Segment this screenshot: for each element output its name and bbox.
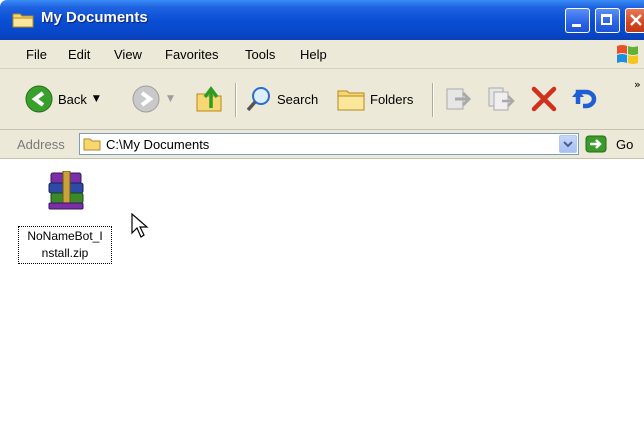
toolbar-separator bbox=[432, 83, 434, 117]
folder-icon bbox=[12, 13, 34, 28]
search-icon bbox=[246, 87, 270, 112]
delete-button[interactable] bbox=[529, 69, 559, 129]
forward-button[interactable]: ▼ bbox=[131, 69, 174, 129]
folders-button[interactable]: Folders bbox=[336, 69, 413, 129]
maximize-icon bbox=[601, 14, 612, 25]
menu-help[interactable]: Help bbox=[300, 47, 327, 62]
maximize-button[interactable] bbox=[595, 8, 620, 33]
close-button[interactable] bbox=[625, 8, 644, 33]
mouse-pointer-icon bbox=[131, 213, 149, 238]
address-value: C:\My Documents bbox=[106, 137, 210, 152]
copy-to-icon bbox=[488, 87, 515, 111]
menu-bar: File Edit View Favorites Tools Help bbox=[0, 40, 644, 69]
undo-button[interactable] bbox=[570, 69, 600, 129]
chevron-down-icon bbox=[563, 141, 573, 148]
menu-view[interactable]: View bbox=[114, 47, 142, 62]
minimize-button[interactable] bbox=[565, 8, 590, 33]
search-button[interactable]: Search bbox=[245, 69, 318, 129]
toolbar-overflow-button[interactable]: » bbox=[634, 69, 641, 99]
file-name-label: NoNameBot_I nstall.zip bbox=[18, 226, 112, 264]
delete-icon bbox=[531, 86, 557, 112]
back-arrow-icon bbox=[25, 85, 53, 113]
winrar-archive-icon bbox=[48, 171, 84, 210]
back-button[interactable]: Back ▼ bbox=[24, 69, 100, 129]
close-icon bbox=[630, 14, 642, 26]
file-name-line-1: NoNameBot_I bbox=[27, 229, 103, 243]
folder-icon bbox=[83, 138, 101, 151]
minimize-icon bbox=[572, 24, 581, 27]
toolbar: Back ▼ ▼ Search Folders » bbox=[0, 69, 644, 130]
address-input[interactable]: C:\My Documents bbox=[79, 133, 579, 155]
windows-logo-icon bbox=[617, 45, 638, 64]
move-to-button[interactable] bbox=[443, 69, 473, 129]
menu-favorites[interactable]: Favorites bbox=[165, 47, 218, 62]
address-dropdown-button[interactable] bbox=[559, 135, 577, 153]
go-arrow-icon[interactable] bbox=[585, 135, 607, 153]
menu-tools[interactable]: Tools bbox=[245, 47, 275, 62]
go-button[interactable]: Go bbox=[616, 137, 633, 152]
menu-edit[interactable]: Edit bbox=[68, 47, 90, 62]
forward-arrow-icon bbox=[132, 85, 160, 113]
up-folder-button[interactable] bbox=[194, 69, 224, 129]
file-list-area[interactable]: NoNameBot_I nstall.zip bbox=[0, 159, 644, 433]
file-name-line-2: nstall.zip bbox=[41, 246, 89, 260]
folders-icon bbox=[337, 90, 365, 111]
move-to-icon bbox=[446, 88, 472, 110]
address-label: Address bbox=[17, 137, 65, 152]
chevron-down-icon[interactable]: ▼ bbox=[93, 94, 100, 104]
search-label: Search bbox=[277, 91, 319, 107]
chevron-down-icon[interactable]: ▼ bbox=[167, 94, 174, 104]
menu-file[interactable]: File bbox=[26, 47, 47, 62]
folders-label: Folders bbox=[370, 91, 414, 107]
back-label: Back bbox=[58, 91, 87, 107]
undo-icon bbox=[572, 89, 597, 109]
toolbar-separator bbox=[235, 83, 237, 117]
title-bar[interactable]: My Documents bbox=[0, 0, 644, 40]
up-folder-icon bbox=[196, 86, 222, 112]
address-bar: Address C:\My Documents Go bbox=[0, 130, 644, 159]
window-title: My Documents bbox=[41, 9, 148, 26]
copy-to-button[interactable] bbox=[486, 69, 516, 129]
